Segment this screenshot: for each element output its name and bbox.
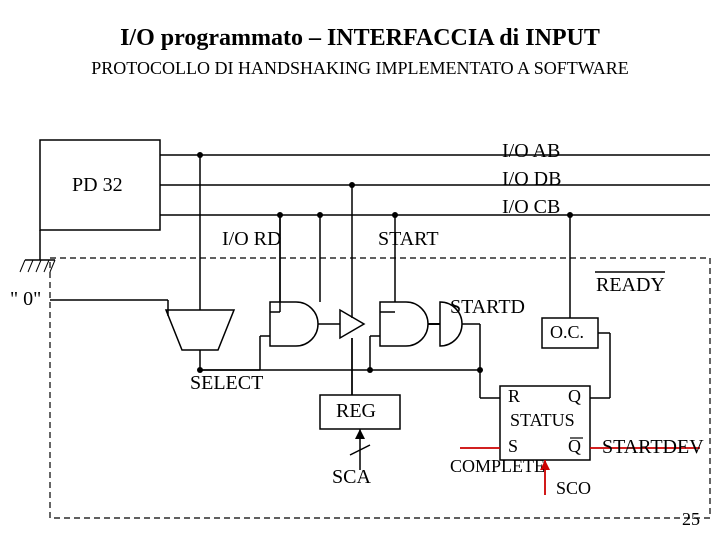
qbar-label: Q xyxy=(568,436,581,457)
s-label: S xyxy=(508,436,518,457)
page-number: 25 xyxy=(682,509,700,530)
sco-label: SCO xyxy=(556,478,591,499)
ready-label: READY xyxy=(596,274,665,297)
start-label: START xyxy=(378,228,439,251)
startd-label: STARTD xyxy=(450,296,525,319)
io-db-label: I/O DB xyxy=(502,168,561,191)
complete-label: COMPLETE xyxy=(450,456,545,477)
io-rd-label: I/O RD xyxy=(222,228,281,251)
oc-label: O.C. xyxy=(550,322,584,343)
r-label: R xyxy=(508,386,520,407)
sca-label: SCA xyxy=(332,466,371,489)
slide: I/O programmato – INTERFACCIA di INPUT P… xyxy=(0,0,720,540)
diagram-svg xyxy=(0,0,720,540)
reg-label: REG xyxy=(336,400,376,423)
io-ab-label: I/O AB xyxy=(502,140,560,163)
io-cb-label: I/O CB xyxy=(502,196,560,219)
q-label: Q xyxy=(568,386,581,407)
zero-label: " 0" xyxy=(10,288,41,311)
select-label: SELECT xyxy=(190,372,263,395)
pd32-label: PD 32 xyxy=(72,174,123,197)
status-label: STATUS xyxy=(510,410,575,431)
startdev-label: STARTDEV xyxy=(602,436,704,459)
